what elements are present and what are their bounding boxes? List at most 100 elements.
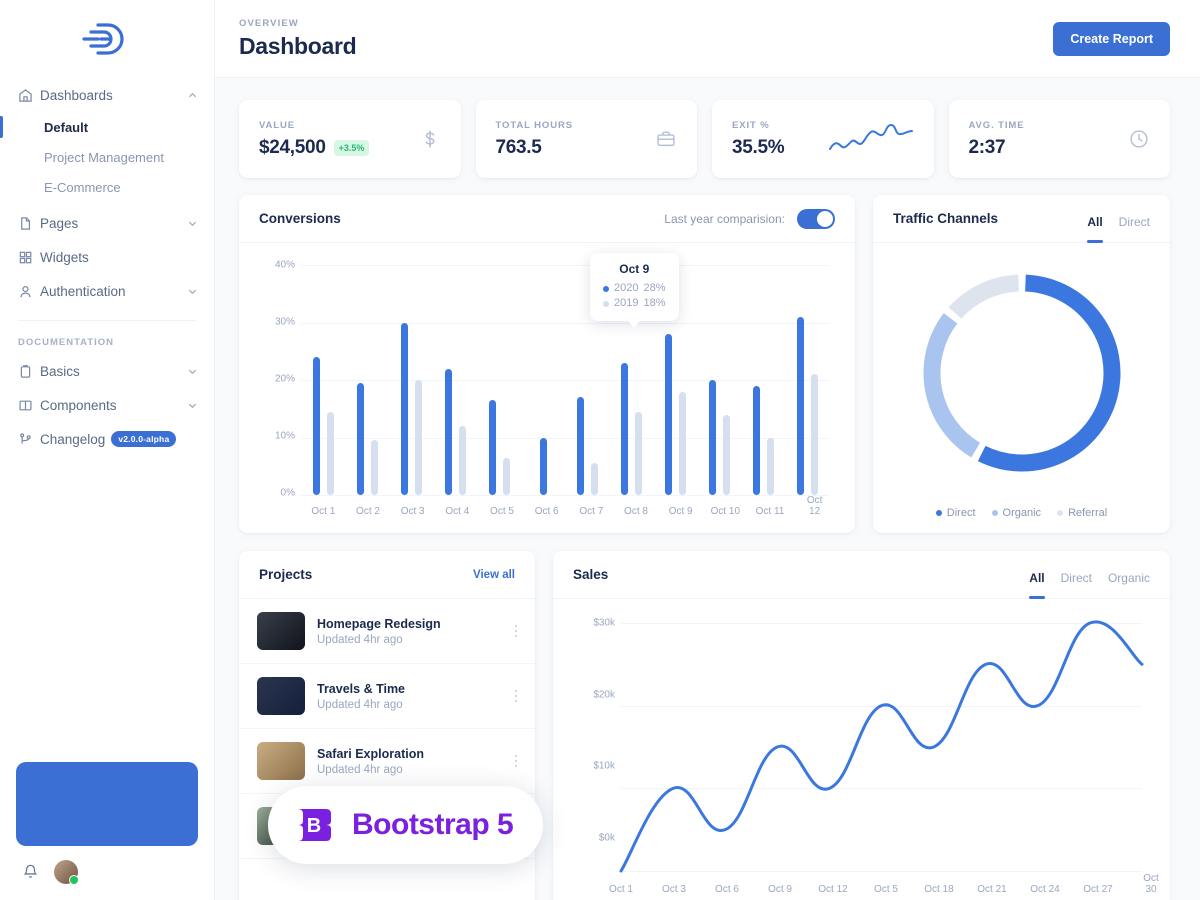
sales-header: Sales All Direct Organic	[553, 551, 1170, 599]
bar[interactable]	[327, 412, 334, 495]
x-axis-tick: Oct 30	[1143, 873, 1159, 895]
sidebar-footer-row	[16, 846, 198, 890]
sidebar-item-authentication[interactable]: Authentication	[0, 274, 214, 308]
donut-segment[interactable]	[932, 318, 976, 450]
x-axis-tick: Oct 1	[609, 884, 633, 895]
comparison-label: Last year comparision:	[664, 212, 785, 226]
chevron-down-icon	[186, 367, 198, 376]
tab-organic[interactable]: Organic	[1108, 571, 1150, 599]
sidebar-item-label: Components	[40, 398, 186, 413]
kpi-card-value[interactable]: VALUE $24,500 +3.5%	[239, 100, 461, 178]
kpi-value: 35.5%	[732, 137, 784, 159]
kpi-value-row: $24,500 +3.5%	[259, 137, 369, 159]
traffic-channels-card: Traffic Channels All Direct	[873, 195, 1170, 533]
sidebar-subitem-default[interactable]: Default	[0, 112, 214, 142]
bar[interactable]	[723, 415, 730, 496]
bar[interactable]	[797, 317, 804, 495]
bar[interactable]	[313, 357, 320, 495]
line-chart-plot	[621, 623, 1142, 871]
app-root: Dashboards Default Project Management E-…	[0, 0, 1200, 900]
x-axis-tick: Oct 5	[874, 884, 898, 895]
sales-line-svg	[621, 623, 1142, 871]
sidebar-subitem-project-management[interactable]: Project Management	[0, 142, 214, 172]
project-name: Homepage Redesign	[317, 617, 441, 631]
sidebar-item-pages[interactable]: Pages	[0, 206, 214, 240]
project-row[interactable]: Safari ExplorationUpdated 4hr ago	[239, 729, 535, 794]
avatar[interactable]	[54, 860, 78, 884]
version-badge: v2.0.0-alpha	[111, 431, 176, 447]
kpi-label: VALUE	[259, 120, 369, 131]
bar[interactable]	[811, 374, 818, 495]
bar[interactable]	[753, 386, 760, 495]
sidebar-section-title: DOCUMENTATION	[0, 321, 214, 354]
view-all-link[interactable]: View all	[473, 569, 515, 581]
bar-group	[521, 265, 565, 495]
bar[interactable]	[679, 392, 686, 496]
kpi-text: EXIT % 35.5%	[732, 120, 784, 159]
bar[interactable]	[371, 440, 378, 495]
sidebar-item-changelog[interactable]: Changelog v2.0.0-alpha	[0, 422, 214, 456]
x-axis-tick: Oct 9	[669, 506, 693, 517]
sidebar-subitem-ecommerce[interactable]: E-Commerce	[0, 172, 214, 202]
x-axis-tick: Oct 5	[490, 506, 514, 517]
bar[interactable]	[489, 400, 496, 495]
bar[interactable]	[709, 380, 716, 495]
bar[interactable]	[591, 463, 598, 495]
bar[interactable]	[540, 438, 547, 496]
promo-card[interactable]	[16, 762, 198, 846]
tab-all[interactable]: All	[1029, 571, 1044, 599]
bar-chart-plot	[301, 265, 829, 495]
logo-container[interactable]	[0, 0, 214, 78]
kpi-card-exit-pct[interactable]: EXIT % 35.5%	[712, 100, 934, 178]
project-row[interactable]: Travels & TimeUpdated 4hr ago	[239, 664, 535, 729]
comparison-toggle[interactable]	[797, 209, 835, 229]
bar[interactable]	[635, 412, 642, 495]
donut-segment[interactable]	[981, 283, 1111, 463]
page-icon	[18, 216, 40, 231]
bar[interactable]	[401, 323, 408, 496]
bar[interactable]	[357, 383, 364, 495]
sidebar-item-basics[interactable]: Basics	[0, 354, 214, 388]
project-thumbnail	[257, 677, 305, 715]
bell-icon[interactable]	[22, 863, 40, 881]
bar[interactable]	[459, 426, 466, 495]
bar[interactable]	[621, 363, 628, 495]
tab-all[interactable]: All	[1087, 215, 1102, 243]
bar-group	[697, 265, 741, 495]
donut-segment[interactable]	[954, 283, 1018, 313]
kpi-value-row: 35.5%	[732, 137, 784, 159]
sidebar-item-dashboards[interactable]: Dashboards	[0, 78, 214, 112]
project-row[interactable]: Homepage RedesignUpdated 4hr ago	[239, 599, 535, 664]
sidebar-item-widgets[interactable]: Widgets	[0, 240, 214, 274]
conversions-card: Conversions Last year comparision:	[239, 195, 855, 533]
bar[interactable]	[503, 458, 510, 495]
bar[interactable]	[415, 380, 422, 495]
tab-direct[interactable]: Direct	[1061, 571, 1092, 599]
bar[interactable]	[767, 438, 774, 496]
tooltip-series-value: 18%	[643, 296, 665, 311]
kpi-card-avg-time[interactable]: AVG. TIME 2:37	[949, 100, 1171, 178]
create-report-button[interactable]: Create Report	[1053, 22, 1170, 56]
kpi-card-total-hours[interactable]: TOTAL HOURS 763.5	[476, 100, 698, 178]
page-title: Dashboard	[239, 33, 356, 60]
project-menu-icon[interactable]	[515, 752, 518, 770]
tab-direct[interactable]: Direct	[1119, 215, 1150, 243]
project-updated: Updated 4hr ago	[317, 699, 405, 711]
sidebar-item-components[interactable]: Components	[0, 388, 214, 422]
project-menu-icon[interactable]	[515, 622, 518, 640]
bar[interactable]	[665, 334, 672, 495]
project-text: Safari ExplorationUpdated 4hr ago	[317, 747, 424, 776]
project-menu-icon[interactable]	[515, 687, 518, 705]
bar[interactable]	[445, 369, 452, 496]
projects-title: Projects	[259, 567, 312, 582]
y-axis-tick: 20%	[257, 374, 295, 385]
dashboard-logo-icon	[78, 17, 136, 61]
bar[interactable]	[577, 397, 584, 495]
kpi-row: VALUE $24,500 +3.5% TOTAL HOURS	[239, 100, 1170, 178]
tooltip-title: Oct 9	[603, 262, 666, 276]
x-axis-tick: Oct 3	[401, 506, 425, 517]
x-axis-tick: Oct 11	[756, 506, 785, 517]
x-axis-tick: Oct 12	[818, 884, 847, 895]
tooltip-series-label: 2020	[614, 281, 638, 296]
bootstrap-logo-icon: B	[288, 805, 336, 845]
